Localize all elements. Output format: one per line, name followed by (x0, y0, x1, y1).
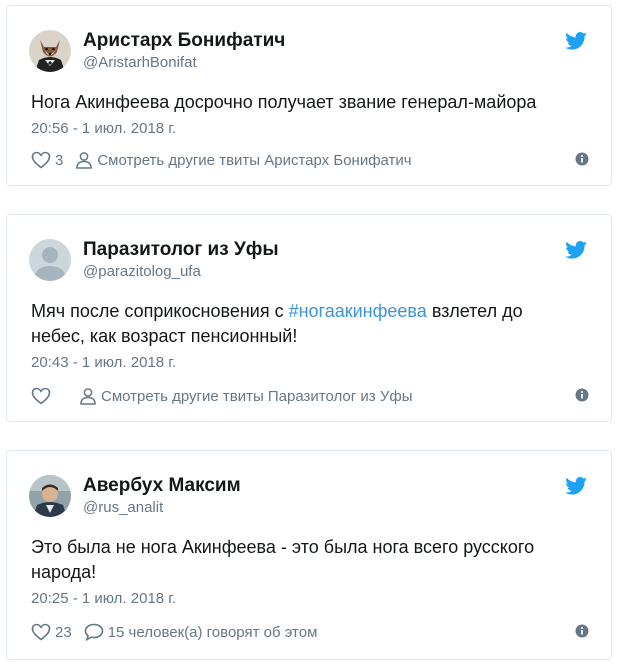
tweet-actions: 3 Смотреть другие твиты Аристарх Бонифат… (31, 149, 589, 171)
twitter-bird-icon[interactable] (565, 32, 587, 50)
author-handle[interactable]: @rus_analit (83, 499, 163, 516)
heart-icon (31, 151, 51, 169)
info-icon[interactable] (575, 152, 589, 166)
like-count: 23 (55, 623, 72, 641)
heart-icon (31, 387, 51, 405)
view-profile-link[interactable]: Смотреть другие твиты Аристарх Бонифатич (75, 151, 412, 169)
author-handle[interactable]: @AristarhBonifat (83, 54, 197, 71)
secondary-action-label: Смотреть другие твиты Паразитолог из Уфы (101, 387, 413, 405)
author-name[interactable]: Авербух Максим (83, 475, 241, 497)
tweet-card: Авербух Максим @rus_analit Это была не н… (6, 450, 612, 660)
tweet-text: Нога Акинфеева досрочно получает звание … (31, 92, 537, 112)
tweet-card: Паразитолог из Уфы @parazitolog_ufa Мяч … (6, 214, 612, 422)
person-icon (76, 152, 93, 169)
like-button[interactable] (31, 387, 55, 405)
tweet-actions: Смотреть другие твиты Паразитолог из Уфы (31, 385, 589, 407)
tweet-actions: 23 15 человек(а) говорят об этом (31, 621, 589, 643)
like-button[interactable]: 3 (31, 151, 63, 169)
person-icon (80, 388, 96, 405)
author-name[interactable]: Паразитолог из Уфы (83, 239, 279, 261)
like-button[interactable]: 23 (31, 623, 72, 641)
author-handle[interactable]: @parazitolog_ufa (83, 263, 201, 280)
tweet-text: Мяч после соприкосновения с #ногаакинфее… (31, 301, 523, 346)
avatar[interactable] (29, 239, 71, 281)
tweet-text: Это была не нога Акинфеева - это была но… (31, 537, 535, 582)
tweet-card: Аристарх Бонифатич @AristarhBonifat Нога… (6, 5, 612, 186)
view-profile-link[interactable]: Смотреть другие твиты Паразитолог из Уфы (79, 387, 412, 405)
info-icon[interactable] (575, 388, 589, 402)
avatar[interactable] (29, 475, 71, 517)
info-icon[interactable] (575, 624, 589, 638)
tweet-date[interactable]: 20:43 - 1 июл. 2018 г. (31, 354, 176, 371)
twitter-bird-icon[interactable] (565, 241, 587, 259)
secondary-action-label: 15 человек(а) говорят об этом (107, 623, 318, 641)
avatar[interactable] (29, 30, 71, 72)
conversation-link[interactable]: 15 человек(а) говорят об этом (84, 623, 318, 641)
secondary-action-label: Смотреть другие твиты Аристарх Бонифатич (97, 151, 412, 169)
heart-icon (31, 623, 51, 641)
author-name[interactable]: Аристарх Бонифатич (83, 30, 285, 52)
hashtag-link[interactable]: #ногаакинфеева (289, 301, 427, 321)
tweet-date[interactable]: 20:56 - 1 июл. 2018 г. (31, 120, 176, 137)
tweet-date[interactable]: 20:25 - 1 июл. 2018 г. (31, 590, 176, 607)
speech-bubble-icon (84, 623, 103, 641)
twitter-bird-icon[interactable] (565, 477, 587, 495)
like-count: 3 (55, 151, 64, 169)
